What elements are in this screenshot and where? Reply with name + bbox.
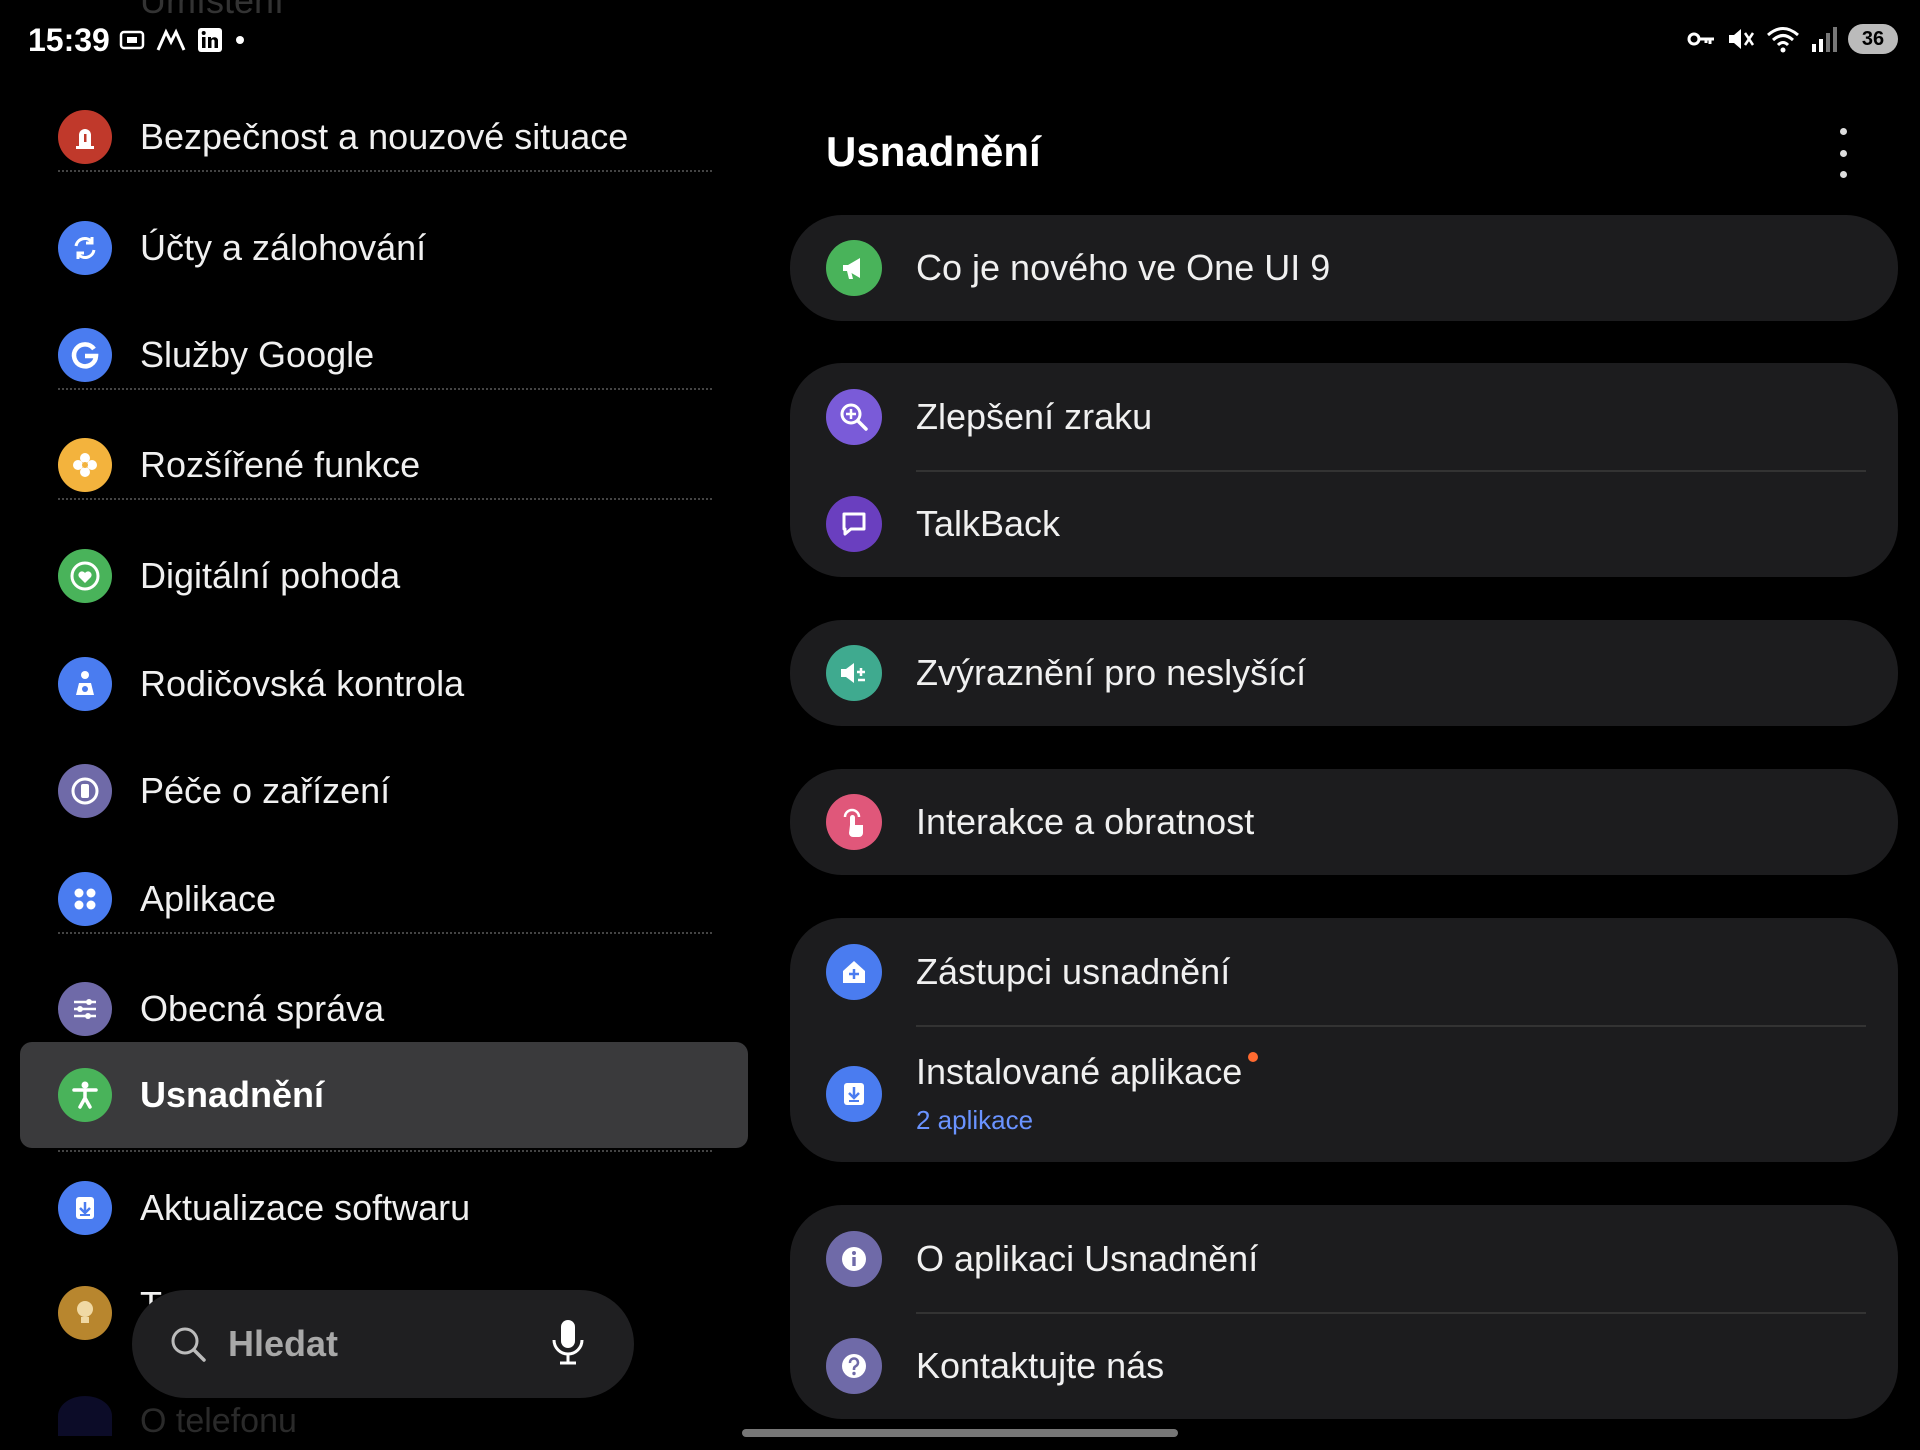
sidebar-item-accessibility[interactable]: Usnadnění <box>20 1042 748 1148</box>
status-time: 15:39 <box>28 22 110 58</box>
divider <box>58 388 712 390</box>
sidebar-item-software-update[interactable]: Aktualizace softwaru <box>20 1155 748 1261</box>
accessibility-icon <box>58 1068 112 1122</box>
page-title: Usnadnění <box>826 128 1041 175</box>
home-indicator[interactable] <box>742 1429 1178 1437</box>
sync-icon <box>58 221 112 275</box>
sidebar-item-label: Péče o zařízení <box>140 770 391 811</box>
setting-about-accessibility[interactable]: O aplikaci Usnadnění <box>790 1205 1898 1312</box>
search-label: Hledat <box>228 1323 339 1364</box>
new-badge <box>1248 1052 1259 1062</box>
microphone-icon[interactable] <box>550 1318 586 1368</box>
setting-vision[interactable]: Zlepšení zraku <box>790 363 1898 470</box>
divider <box>58 170 712 172</box>
sidebar-item-wellbeing[interactable]: Digitální pohoda <box>20 523 748 629</box>
status-left-icons <box>118 26 246 54</box>
info-ghost-icon <box>58 1396 112 1436</box>
sidebar-item-label: Služby Google <box>140 334 375 375</box>
sliders-icon <box>58 982 112 1036</box>
sidebar-item-accounts[interactable]: Účty a zálohování <box>20 195 748 301</box>
wifi-icon <box>1767 27 1799 53</box>
sidebar-item-parental[interactable]: Rodičovská kontrola <box>20 631 748 737</box>
search-icon <box>171 1327 206 1362</box>
search-bar[interactable]: Hledat <box>132 1290 634 1398</box>
update-icon <box>58 1181 112 1235</box>
setting-installed-apps[interactable]: Instalované aplikace 2 aplikace <box>790 1025 1898 1162</box>
settings-group: Zástupci usnadnění Instalované aplikace … <box>790 918 1898 1162</box>
setting-label: Zástupci usnadnění <box>916 950 1231 992</box>
setting-hearing[interactable]: Zvýraznění pro neslyšící <box>790 620 1898 726</box>
sidebar-item-label: Digitální pohoda <box>140 555 401 596</box>
sidebar-item-label: Účty a zálohování <box>140 227 427 268</box>
megaphone-icon <box>826 240 882 296</box>
setting-label: O aplikaci Usnadnění <box>916 1237 1259 1279</box>
sidebar-item-label: Bezpečnost a nouzové situace <box>140 116 629 157</box>
setting-contact-us[interactable]: Kontaktujte nás <box>790 1312 1898 1419</box>
home-plus-icon <box>826 943 882 1000</box>
heart-icon <box>58 549 112 603</box>
sidebar-item-label: Rozšířené funkce <box>140 444 421 485</box>
status-right-icons: 36 <box>1686 24 1898 54</box>
setting-shortcuts[interactable]: Zástupci usnadnění <box>790 918 1898 1025</box>
touch-icon <box>826 794 882 850</box>
sidebar-item-google[interactable]: Služby Google <box>20 302 748 408</box>
installed-apps-label: Instalované aplikace <box>916 1051 1243 1092</box>
more-options-icon[interactable] <box>1828 128 1858 178</box>
divider <box>58 932 712 934</box>
setting-label: TalkBack <box>916 502 1061 544</box>
sidebar-ghost-top: Umístění <box>140 0 285 21</box>
download-icon <box>826 1065 882 1122</box>
settings-group: O aplikaci Usnadnění Kontaktujte nás <box>790 1205 1898 1419</box>
setting-label: Co je nového ve One UI 9 <box>916 247 1331 288</box>
setting-label: Zlepšení zraku <box>916 395 1153 437</box>
setting-label: Interakce a obratnost <box>916 801 1255 842</box>
sidebar-item-label: Rodičovská kontrola <box>140 663 465 704</box>
puzzle-icon <box>58 438 112 492</box>
google-icon <box>58 328 112 382</box>
sidebar-item-label: Aktualizace softwaru <box>140 1187 471 1228</box>
linkedin-icon <box>198 28 222 52</box>
divider <box>58 498 712 500</box>
setting-interaction[interactable]: Interakce a obratnost <box>790 769 1898 875</box>
settings-sidebar: Bezpečnost a nouzové situace Účty a zálo… <box>0 80 760 1450</box>
chat-icon <box>826 495 882 552</box>
sidebar-item-advanced[interactable]: Rozšířené funkce <box>20 412 748 518</box>
apps-icon <box>58 872 112 926</box>
screenshot-icon <box>119 30 145 50</box>
sidebar-ghost-bottom: O telefonu <box>140 1402 297 1440</box>
magnifier-icon <box>826 388 882 445</box>
setting-label: Instalované aplikace <box>916 1051 1259 1093</box>
setting-whats-new[interactable]: Co je nového ve One UI 9 <box>790 215 1898 321</box>
sidebar-item-label: Obecná správa <box>140 988 385 1029</box>
status-bar: 15:39 36 <box>0 0 1920 90</box>
setting-sublabel: 2 aplikace <box>916 1105 1034 1135</box>
sidebar-item-label: Usnadnění <box>140 1074 325 1115</box>
battery-indicator: 36 <box>1848 24 1898 54</box>
settings-group: Interakce a obratnost <box>790 769 1898 875</box>
divider <box>58 1150 712 1152</box>
setting-label: Zvýraznění pro neslyšící <box>916 652 1307 693</box>
vpn-key-icon <box>1687 32 1714 46</box>
wave-icon <box>156 28 186 51</box>
sidebar-item-apps[interactable]: Aplikace <box>20 846 748 952</box>
settings-group: Zvýraznění pro neslyšící <box>790 620 1898 726</box>
parent-icon <box>58 657 112 711</box>
device-care-icon <box>58 764 112 818</box>
sidebar-item-label: Aplikace <box>140 878 277 919</box>
sidebar-item-safety[interactable]: Bezpečnost a nouzové situace <box>20 84 748 190</box>
mute-icon <box>1729 29 1755 49</box>
dot-icon <box>236 36 244 44</box>
setting-talkback[interactable]: TalkBack <box>790 470 1898 577</box>
settings-group: Co je nového ve One UI 9 <box>790 215 1898 321</box>
help-icon <box>826 1337 882 1394</box>
speaker-plus-icon <box>826 645 882 701</box>
signal-icon <box>1812 27 1837 52</box>
setting-label: Kontaktujte nás <box>916 1344 1165 1386</box>
settings-group: Zlepšení zraku TalkBack <box>790 363 1898 577</box>
bulb-icon[interactable] <box>58 1286 112 1340</box>
sidebar-item-device-care[interactable]: Péče o zařízení <box>20 738 748 844</box>
info-icon <box>826 1230 882 1287</box>
siren-icon <box>58 110 112 164</box>
